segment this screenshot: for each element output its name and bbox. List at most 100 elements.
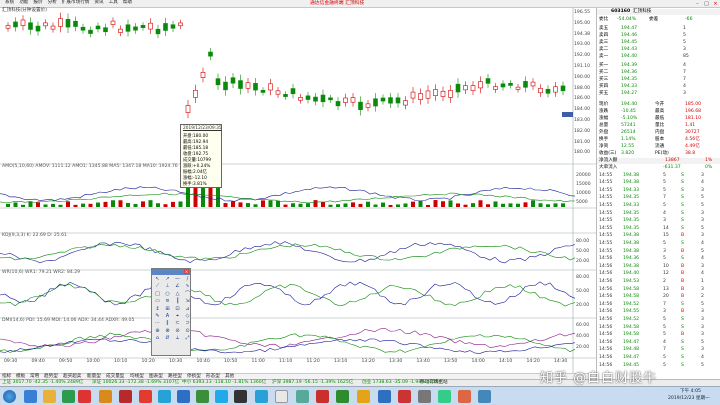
tick-count: 3 [701, 172, 704, 178]
candle-body [80, 26, 86, 31]
drawing-tool-icon[interactable]: ⌒ [183, 291, 192, 297]
menu-system[interactable]: 系统 [5, 1, 14, 6]
app-red3-icon[interactable] [398, 390, 411, 403]
app-b-icon[interactable] [119, 390, 132, 403]
menu-help[interactable]: 帮助 [123, 1, 132, 6]
maximize-icon[interactable]: □ [703, 1, 710, 7]
drawing-tool-icon[interactable]: ⋯ [153, 320, 162, 326]
folder-icon[interactable] [43, 390, 56, 403]
menu-quote[interactable]: 报价 [33, 1, 42, 6]
chart-area[interactable]: 汇顶科技(分钟设置价) AMO(5,10,60) AMOV: 1111.12 A… [0, 8, 596, 385]
drawing-tool-icon[interactable]: ⊥ [163, 283, 172, 289]
tick-volume: 2 [663, 278, 666, 284]
drawing-tool-icon[interactable]: ⊿ [183, 306, 192, 312]
ask-label: 卖一 [599, 53, 609, 59]
drawing-tool-icon[interactable]: ⌂ [153, 335, 162, 341]
app-green3-icon[interactable] [438, 390, 451, 403]
tick-count: 3 [701, 233, 704, 239]
drawing-tool-icon[interactable]: / [183, 276, 192, 282]
minimize-icon[interactable]: – [694, 1, 701, 7]
weicha-value: -66 [685, 16, 693, 22]
drawing-tool-icon[interactable]: ⌖ [173, 313, 182, 319]
close-icon[interactable]: × [712, 1, 719, 7]
close-icon[interactable]: × [184, 269, 189, 274]
drawing-tool-icon[interactable]: ⟋ [153, 283, 162, 289]
drawing-tool-icon[interactable]: ⊡ [173, 306, 182, 312]
drawing-tool-icon[interactable]: □ [153, 291, 162, 297]
drawing-tool-icon[interactable]: ⇲ [183, 298, 192, 304]
tick-time: 14:56 [599, 332, 613, 338]
browser-icon[interactable] [24, 390, 37, 403]
app-green-icon[interactable] [196, 390, 209, 403]
tick-time: 14:55 [599, 218, 613, 224]
drawing-tool-icon[interactable]: ✎ [153, 313, 162, 319]
app-red-icon[interactable] [78, 390, 91, 403]
candle-body [230, 77, 236, 84]
app-orange2-icon[interactable] [458, 390, 471, 403]
trading-app-icon[interactable] [139, 390, 152, 403]
drawing-tool-icon[interactable]: ○ [163, 291, 172, 297]
drawing-tools-palette[interactable]: × ↖ ↗ — / ⟋ ⊥ ∠ ∿ □ ○ △ ⌒ ▭ ≡ ║ ⇲ ↕ ⊞ ⊡ ⊿ ✎ A ⌖ ◇ ⋯ ∥ ⊂ ⊃ ⊕ ⊗ ⊘ ⊙ ⌂ ⇵ ⟂ ⤢ [151, 268, 191, 356]
drawing-tool-icon[interactable]: ⊂ [173, 320, 182, 326]
drawing-tool-icon[interactable]: ⊃ [183, 320, 192, 326]
app-white-icon[interactable] [275, 390, 288, 403]
app-green2-icon[interactable] [336, 390, 349, 403]
drawing-tool-icon[interactable]: A [163, 313, 172, 319]
volume-bar [51, 203, 55, 207]
drawing-tool-icon[interactable]: ∿ [183, 283, 192, 289]
tick-side: S [681, 172, 684, 178]
menu-analysis[interactable]: 分析 [48, 1, 57, 6]
drawing-tool-icon[interactable]: ∥ [163, 320, 172, 326]
drawing-tool-icon[interactable]: ⊙ [183, 328, 192, 334]
tick-side: S [681, 316, 684, 322]
drawing-tool-icon[interactable]: ⟂ [173, 335, 182, 341]
drawing-tool-icon[interactable]: ▭ [153, 298, 162, 304]
drawing-tool-icon[interactable]: ◇ [183, 313, 192, 319]
time-axis-label: 09:30 [4, 359, 18, 364]
drawing-tool-icon[interactable]: ⊕ [153, 328, 162, 334]
stat-label: 流通 [655, 143, 665, 149]
candle-body [320, 94, 326, 103]
app-red2-icon[interactable] [316, 390, 329, 403]
app-qq-icon[interactable] [255, 390, 268, 403]
menu-extended-market[interactable]: 扩展市场行情 [62, 1, 90, 6]
drawing-tool-icon[interactable]: △ [173, 291, 182, 297]
app-teal-icon[interactable] [296, 390, 309, 403]
price-axis-label: 192.00 [574, 53, 591, 59]
app-dark-icon[interactable] [234, 390, 247, 403]
drawing-tool-icon[interactable]: ≡ [163, 298, 172, 304]
drawing-tool-icon[interactable]: ⊞ [163, 306, 172, 312]
drawing-tool-icon[interactable]: ↖ [153, 276, 162, 282]
app-blue-icon[interactable] [158, 390, 171, 403]
palette-titlebar[interactable]: × [152, 269, 190, 275]
tick-price: 194.53 [623, 278, 640, 284]
menu-tools[interactable]: 工具 [109, 1, 118, 6]
start-button-icon[interactable] [3, 390, 16, 403]
app-orange-icon[interactable] [99, 390, 112, 403]
drawing-tool-icon[interactable]: — [173, 276, 182, 282]
app-blue2-icon[interactable] [378, 390, 391, 403]
drawing-tool-icon[interactable]: ⊗ [163, 328, 172, 334]
app-yellow-icon[interactable] [357, 390, 370, 403]
media-icon[interactable] [62, 390, 75, 403]
drawing-tool-icon[interactable]: ║ [173, 298, 182, 304]
drawing-tool-icon[interactable]: ⤢ [183, 335, 192, 341]
drawing-tool-icon[interactable]: ↗ [163, 276, 172, 282]
drawing-tool-icon[interactable]: ⊘ [173, 328, 182, 334]
candle-body [290, 88, 296, 95]
candle-body [530, 81, 536, 87]
tick-time: 14:55 [599, 210, 613, 216]
menu-news[interactable]: 资讯 [94, 1, 103, 6]
drawing-tool-icon[interactable]: ⇵ [163, 335, 172, 341]
app-cyan-icon[interactable] [215, 390, 228, 403]
kline-chart-svg[interactable] [0, 8, 596, 385]
menu-function[interactable]: 功能 [19, 1, 28, 6]
drawing-tool-icon[interactable]: ∠ [173, 283, 182, 289]
word-icon[interactable] [177, 390, 190, 403]
drawing-tool-icon[interactable]: ↕ [153, 306, 162, 312]
clock-date: 2019/12/23 星期一 [668, 396, 710, 401]
bid-volume: 4 [683, 83, 686, 89]
bid-row: 买一 194.39 4 [597, 63, 720, 69]
app-blue3-icon[interactable] [478, 390, 491, 403]
app-grey-icon[interactable] [418, 390, 431, 403]
